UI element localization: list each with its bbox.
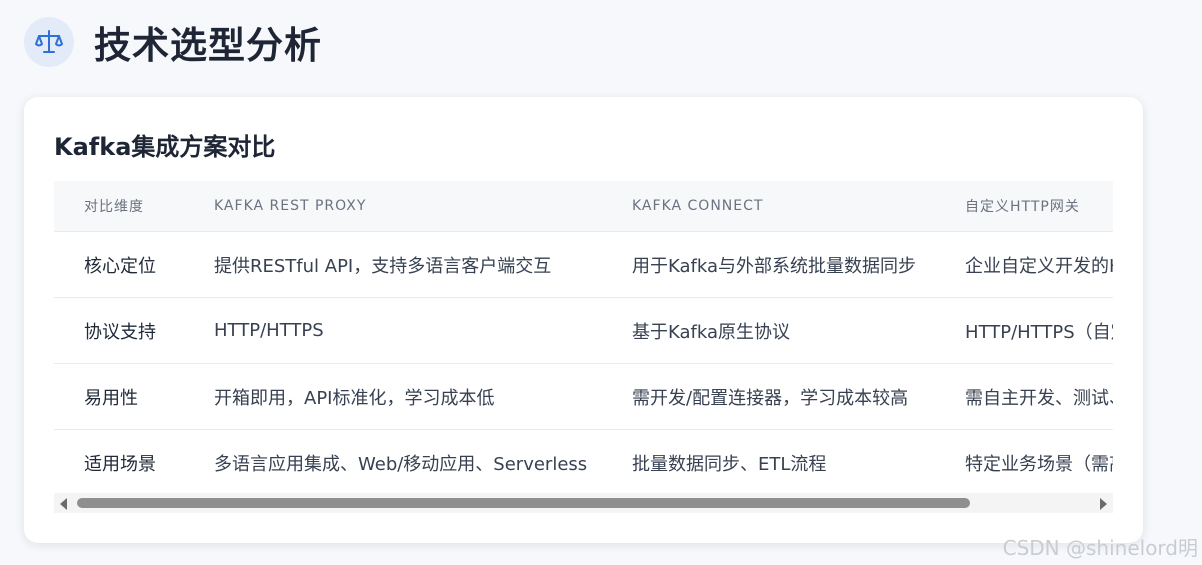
table-cell: HTTP/HTTPS (214, 297, 632, 364)
column-header-custom-gateway: 自定义HTTP网关 (965, 181, 1113, 232)
table-row: 协议支持 HTTP/HTTPS 基于Kafka原生协议 HTTP/HTTPS（自… (54, 297, 1113, 364)
table-row: 核心定位 提供RESTful API，支持多语言客户端交互 用于Kafka与外部… (54, 231, 1113, 298)
table-cell: 用于Kafka与外部系统批量数据同步 (632, 231, 965, 298)
table-cell: 特定业务场景（需高 (965, 453, 1113, 475)
table-cell: 需自主开发、测试、 (965, 363, 1113, 430)
table-cell: 多语言应用集成、Web/移动应用、Serverless (214, 453, 588, 475)
column-header-rest-proxy: KAFKA REST PROXY (214, 181, 632, 232)
page-header: 技术选型分析 (24, 16, 322, 68)
scrollbar-thumb[interactable] (77, 498, 970, 508)
table-cell: 适用场景 (84, 453, 156, 475)
table-cell: 需开发/配置连接器，学习成本较高 (632, 363, 965, 430)
column-header-kafka-connect: KAFKA CONNECT (632, 181, 965, 232)
balance-scale-icon (24, 17, 74, 67)
comparison-table: 对比维度 KAFKA REST PROXY KAFKA CONNECT 自定义H… (54, 181, 1113, 490)
card-title: Kafka集成方案对比 (54, 133, 276, 161)
column-header-dimension: 对比维度 (54, 181, 214, 232)
table-cell: 核心定位 (54, 231, 214, 298)
table-cell: 企业自定义开发的H (965, 231, 1113, 298)
watermark: CSDN @shinelord明 (1002, 536, 1198, 560)
table-cell: 协议支持 (54, 297, 214, 364)
page-title: 技术选型分析 (94, 24, 322, 67)
table-cell: 开箱即用，API标准化，学习成本低 (214, 363, 632, 430)
table-cell: 批量数据同步、ETL流程 (632, 453, 827, 475)
table-row: 适用场景 多语言应用集成、Web/移动应用、Serverless 批量数据同步、… (54, 430, 1113, 491)
scroll-left-arrow-icon[interactable] (60, 498, 67, 510)
comparison-card: Kafka集成方案对比 对比维度 KAFKA REST PROXY KAFKA … (24, 97, 1143, 543)
table-cell: 基于Kafka原生协议 (632, 297, 965, 364)
table-cell: HTTP/HTTPS（自定 (965, 297, 1113, 364)
table-cell: 提供RESTful API，支持多语言客户端交互 (214, 231, 632, 298)
table-row: 易用性 开箱即用，API标准化，学习成本低 需开发/配置连接器，学习成本较高 需… (54, 363, 1113, 430)
table-header-row: 对比维度 KAFKA REST PROXY KAFKA CONNECT 自定义H… (54, 181, 1113, 232)
horizontal-scrollbar[interactable] (54, 493, 1113, 513)
scroll-right-arrow-icon[interactable] (1100, 498, 1107, 510)
table-cell: 易用性 (54, 363, 214, 430)
comparison-table-container[interactable]: 对比维度 KAFKA REST PROXY KAFKA CONNECT 自定义H… (54, 181, 1113, 490)
